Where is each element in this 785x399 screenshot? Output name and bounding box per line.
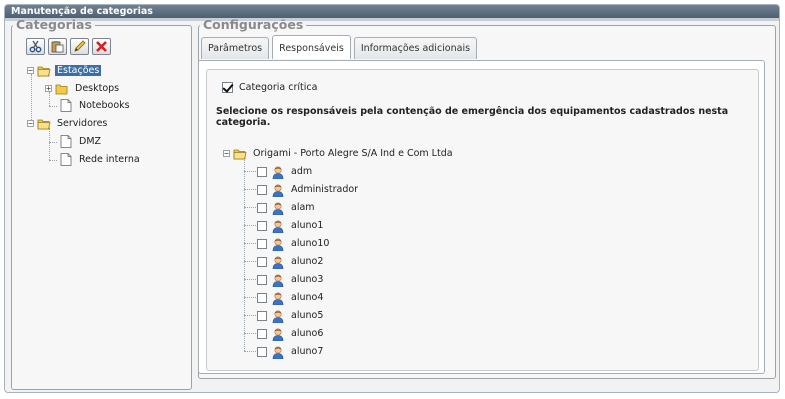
user-checkbox[interactable] (257, 292, 267, 303)
paste-icon (51, 41, 64, 53)
tree-node-dmz[interactable]: DMZ (59, 134, 103, 149)
tree-node-rede-interna[interactable]: Rede interna (59, 152, 142, 167)
folder-open-icon (37, 66, 51, 77)
user-row[interactable]: aluno4 (257, 290, 325, 305)
user-row[interactable]: adm (257, 164, 314, 179)
user-label: alam (291, 202, 315, 213)
configurations-legend: Configurações (203, 17, 304, 32)
expand-icon[interactable]: + (45, 85, 52, 93)
user-row[interactable]: aluno7 (257, 344, 325, 359)
user-checkbox[interactable] (257, 166, 267, 177)
user-label: aluno10 (291, 238, 330, 249)
tree-node-label: DMZ (79, 136, 102, 147)
user-label: aluno1 (291, 220, 324, 231)
user-row[interactable]: aluno5 (257, 308, 325, 323)
pencil-icon (74, 40, 86, 52)
user-label: adm (291, 166, 313, 177)
user-icon (272, 165, 284, 179)
tree-node-estacoes[interactable]: − Estações (27, 63, 102, 78)
user-label: Administrador (291, 184, 359, 195)
tree-node-label: Servidores (57, 118, 108, 129)
user-row[interactable]: aluno6 (257, 326, 325, 341)
categories-legend: Categorias (16, 17, 92, 32)
tree-node-label: Desktops (75, 83, 120, 94)
tree-node-label: Rede interna (79, 154, 140, 165)
user-checkbox[interactable] (257, 238, 267, 249)
instruction-text: Selecione os responsáveis pela contenção… (216, 106, 729, 128)
user-checkbox[interactable] (257, 310, 267, 321)
tab-informacoes-adicionais[interactable]: Informações adicionais (353, 37, 478, 59)
user-row[interactable]: Administrador (257, 182, 360, 197)
user-icon (272, 327, 284, 341)
user-label: aluno4 (291, 292, 324, 303)
user-icon (272, 201, 284, 215)
user-icon (272, 219, 284, 233)
organization-label: Origami - Porto Alegre S/A Ind e Com Ltd… (253, 148, 453, 159)
critical-category-label: Categoria crítica (239, 82, 318, 93)
tab-responsaveis[interactable]: Responsáveis (272, 35, 351, 59)
user-row[interactable]: aluno2 (257, 254, 325, 269)
critical-category-checkbox[interactable] (222, 82, 233, 93)
user-row[interactable]: aluno10 (257, 236, 331, 251)
collapse-icon[interactable]: − (27, 120, 34, 128)
user-icon (272, 255, 284, 269)
category-toolbar (26, 38, 111, 55)
user-label: aluno5 (291, 310, 324, 321)
user-icon (272, 291, 284, 305)
user-row[interactable]: alam (257, 200, 317, 215)
critical-category-row[interactable]: Categoria crítica (222, 82, 317, 93)
tree-node-organization[interactable]: − Origami - Porto Alegre S/A Ind e Com L… (223, 146, 455, 161)
user-icon (272, 273, 284, 287)
tree-node-label: Estações (55, 65, 102, 76)
config-tabs: Parâmetros Responsáveis Informações adic… (201, 35, 480, 59)
folder-icon (55, 84, 68, 95)
user-label: aluno2 (291, 256, 324, 267)
user-label: aluno7 (291, 346, 324, 357)
user-icon (272, 345, 284, 359)
collapse-icon[interactable]: − (27, 67, 34, 75)
tree-node-desktops[interactable]: + Desktops (45, 81, 121, 96)
user-label: aluno6 (291, 328, 324, 339)
user-checkbox[interactable] (257, 328, 267, 339)
delete-icon (96, 41, 107, 52)
window-title: Manutenção de categorias (5, 5, 779, 18)
user-icon (272, 183, 284, 197)
folder-open-icon (233, 149, 247, 160)
user-checkbox[interactable] (257, 202, 267, 213)
collapse-icon[interactable]: − (223, 150, 230, 158)
document-icon (60, 135, 72, 148)
document-icon (60, 153, 72, 166)
tree-node-notebooks[interactable]: Notebooks (59, 98, 132, 113)
cut-button[interactable] (26, 38, 45, 55)
user-checkbox[interactable] (257, 256, 267, 267)
user-checkbox[interactable] (257, 346, 267, 357)
tree-node-servidores[interactable]: − Servidores (27, 116, 109, 131)
paste-button[interactable] (48, 38, 67, 55)
user-checkbox[interactable] (257, 274, 267, 285)
user-label: aluno3 (291, 274, 324, 285)
user-checkbox[interactable] (257, 220, 267, 231)
edit-button[interactable] (70, 38, 89, 55)
delete-button[interactable] (92, 38, 111, 55)
user-row[interactable]: aluno1 (257, 218, 325, 233)
user-icon (272, 309, 284, 323)
user-icon (272, 237, 284, 251)
document-icon (60, 99, 72, 112)
tree-node-label: Notebooks (79, 100, 130, 111)
folder-open-icon (37, 119, 51, 130)
user-checkbox[interactable] (257, 184, 267, 195)
user-row[interactable]: aluno3 (257, 272, 325, 287)
tab-parametros[interactable]: Parâmetros (201, 37, 270, 59)
scissors-icon (29, 40, 42, 53)
